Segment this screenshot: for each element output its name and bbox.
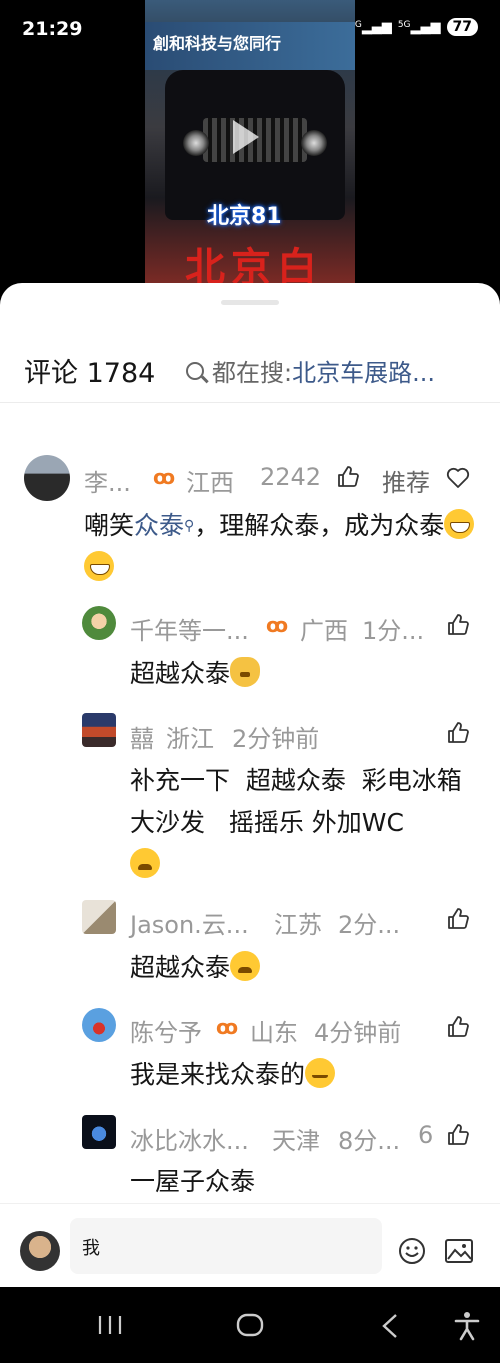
comment-keyword-link[interactable]: 众泰 [134,511,184,540]
image-picker-icon[interactable] [444,1238,474,1268]
avatar[interactable] [82,900,116,934]
like-icon[interactable] [446,907,470,935]
comment-time: 8分... [338,1127,401,1155]
comment-text-part: 补充一下 超越众泰 彩电冰箱大沙发 摇摇乐 外加WC [130,766,462,837]
comment-text: 嘲笑众泰⚲，理解众泰，成为众泰 [84,505,479,589]
system-nav-bar [0,1287,500,1363]
comment-like-count: 2242 [260,463,322,491]
search-suggestion[interactable]: 都在搜: 北京车展路... [186,353,435,388]
comment-location: 江苏 [274,911,322,939]
fan-badge-icon: ꝏ [216,1015,239,1039]
cry-laugh-emoji-icon [230,951,261,981]
avatar[interactable] [82,1008,116,1042]
comment-text-part: 超越众泰 [130,659,231,688]
comment-like-count: 6 [418,1121,434,1149]
back-icon[interactable] [380,1313,400,1343]
emoji-picker-icon[interactable] [398,1237,426,1269]
comment-location: 浙江 [166,725,214,753]
play-icon[interactable] [233,120,259,154]
fan-badge-icon: ꝏ [266,613,289,637]
divider [0,402,500,403]
cat-emoji-icon [230,657,261,687]
video-player[interactable]: 創和科技与您同行 北京81 北京白 [145,0,355,283]
search-prefix: 都在搜: [212,359,293,387]
video-sign: 北京白 [185,245,323,283]
video-caption: 北京81 [207,204,282,229]
grin-emoji-icon [84,551,114,581]
signal-icon-2: 5G▂▄▆ [397,19,441,35]
search-icon [186,361,204,380]
comment-text: 一屋子众泰 [130,1161,480,1203]
thinking-emoji-icon [305,1058,336,1088]
comment-text-part: 超越众泰 [130,953,231,982]
comments-title: 评论 1784 [24,358,156,389]
like-icon[interactable] [446,1123,470,1151]
like-icon[interactable] [446,721,470,749]
comment-author[interactable]: 囍 [130,719,154,754]
comment-time: 4分钟前 [314,1019,402,1047]
headlight-left [183,130,209,156]
home-icon[interactable] [236,1313,264,1341]
headlight-right [301,130,327,156]
comment-location: 天津 [272,1127,320,1155]
comment-text-part: 我是来找众泰的 [130,1060,306,1089]
like-icon[interactable] [336,465,360,493]
comment-input-bar: 我 [0,1203,500,1288]
drag-handle[interactable] [221,300,279,305]
comment-text-part: 一屋子众泰 [130,1167,256,1196]
avatar[interactable] [82,606,116,640]
comment-text: 超越众泰 [130,653,480,695]
video-banner-text: 創和科技与您同行 [153,34,282,53]
battery-icon: 77 [446,18,478,36]
comments-sheet: 评论 1784 都在搜: 北京车展路... 李... ꝏ 江西 2242 推荐 … [0,283,500,1286]
comment-input[interactable]: 我 [70,1218,382,1274]
comment-author[interactable]: 李... [84,463,131,498]
comment-text: 超越众泰 [130,947,480,989]
comment-location: 江西 [186,469,234,497]
comment-text-part: 嘲笑 [84,511,135,540]
heart-icon[interactable] [446,467,470,493]
cry-laugh-emoji-icon [130,848,160,878]
search-icon: ⚲ [184,518,195,534]
avatar[interactable] [82,713,116,747]
like-icon[interactable] [446,613,470,641]
avatar[interactable] [24,455,70,501]
comment-text-part: ，理解众泰，成为众泰 [194,511,445,540]
recent-apps-icon[interactable] [97,1314,123,1340]
status-time: 21:29 [22,18,83,40]
recommend-tag: 推荐 [382,469,430,497]
comment-text: 我是来找众泰的 [130,1054,480,1096]
signal-icon-1: 5G▂▄▆ [349,19,392,35]
comment-author[interactable]: Jason.云... [130,905,249,940]
fan-badge-icon: ꝏ [153,465,176,489]
my-avatar[interactable] [20,1231,60,1271]
search-keyword: 北京车展路... [292,359,435,387]
accessibility-icon[interactable] [454,1311,480,1345]
comment-time: 2分... [338,911,401,939]
comment-location: 广西 [300,617,348,645]
network-type-2: 5G [397,19,411,30]
comment-author[interactable]: 陈兮予 [130,1013,202,1048]
comment-input-value: 我 [82,1238,100,1259]
avatar[interactable] [82,1115,116,1149]
comment-author[interactable]: 千年等一... [130,611,249,646]
comment-time: 1分... [362,617,425,645]
comment-time: 2分钟前 [232,725,320,753]
like-icon[interactable] [446,1015,470,1043]
comment-text: 补充一下 超越众泰 彩电冰箱大沙发 摇摇乐 外加WC [130,760,480,886]
comment-author[interactable]: 冰比冰水... [130,1121,249,1156]
comment-location: 山东 [250,1019,298,1047]
grin-emoji-icon [444,509,475,539]
